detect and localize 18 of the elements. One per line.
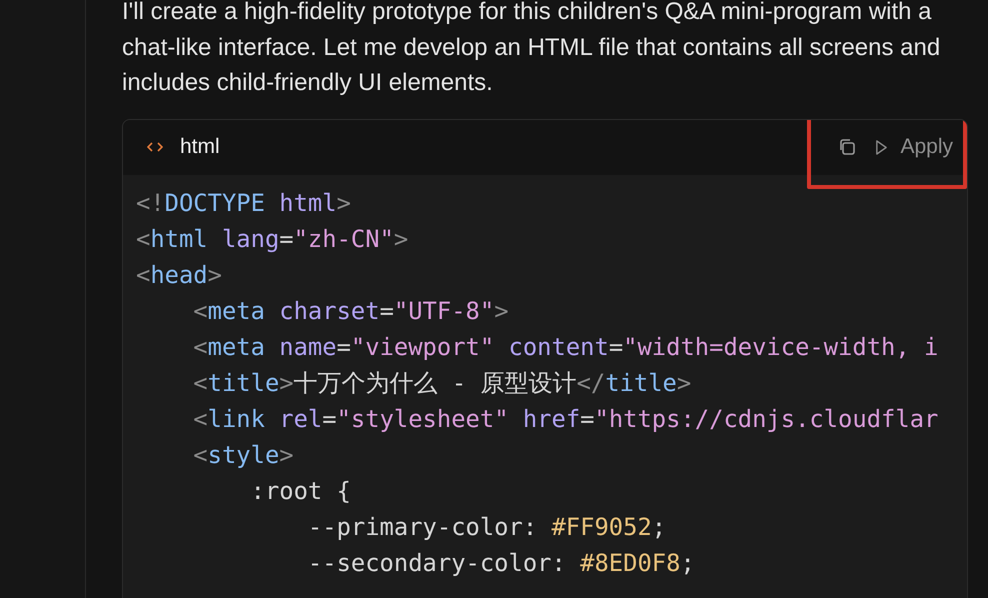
copy-button[interactable] <box>837 137 858 157</box>
code-line: --secondary-color: #8ED0F8; <box>306 548 695 578</box>
copy-icon <box>837 137 858 157</box>
code-icon <box>147 141 163 153</box>
code-line: <!DOCTYPE html> <box>136 188 351 218</box>
language-label: html <box>180 135 220 159</box>
code-line: <link rel="stylesheet" href="https://cdnjs.cloudflar <box>192 404 938 434</box>
code-line: <html lang="zh-CN"> <box>136 224 408 254</box>
code-line: <style> <box>192 440 294 470</box>
code-line: <title>十万个为什么 - 原型设计</title> <box>192 368 692 398</box>
code-line: <meta charset="UTF-8"> <box>192 296 509 326</box>
code-line: --primary-color: #FF9052; <box>306 512 666 542</box>
code-line: <meta name="viewport" content="width=device-width, i <box>192 332 938 362</box>
code-line: :root { <box>250 476 351 506</box>
code-line: <head> <box>136 260 222 290</box>
apply-button[interactable]: Apply <box>875 135 953 159</box>
play-icon <box>875 138 888 156</box>
message-text: I'll create a high-fidelity prototype for this children's Q&A mini-program with a chat-like interface. Let me develop an HTML file that contains all screens and includes child-friendly UI elements. <box>122 0 942 98</box>
